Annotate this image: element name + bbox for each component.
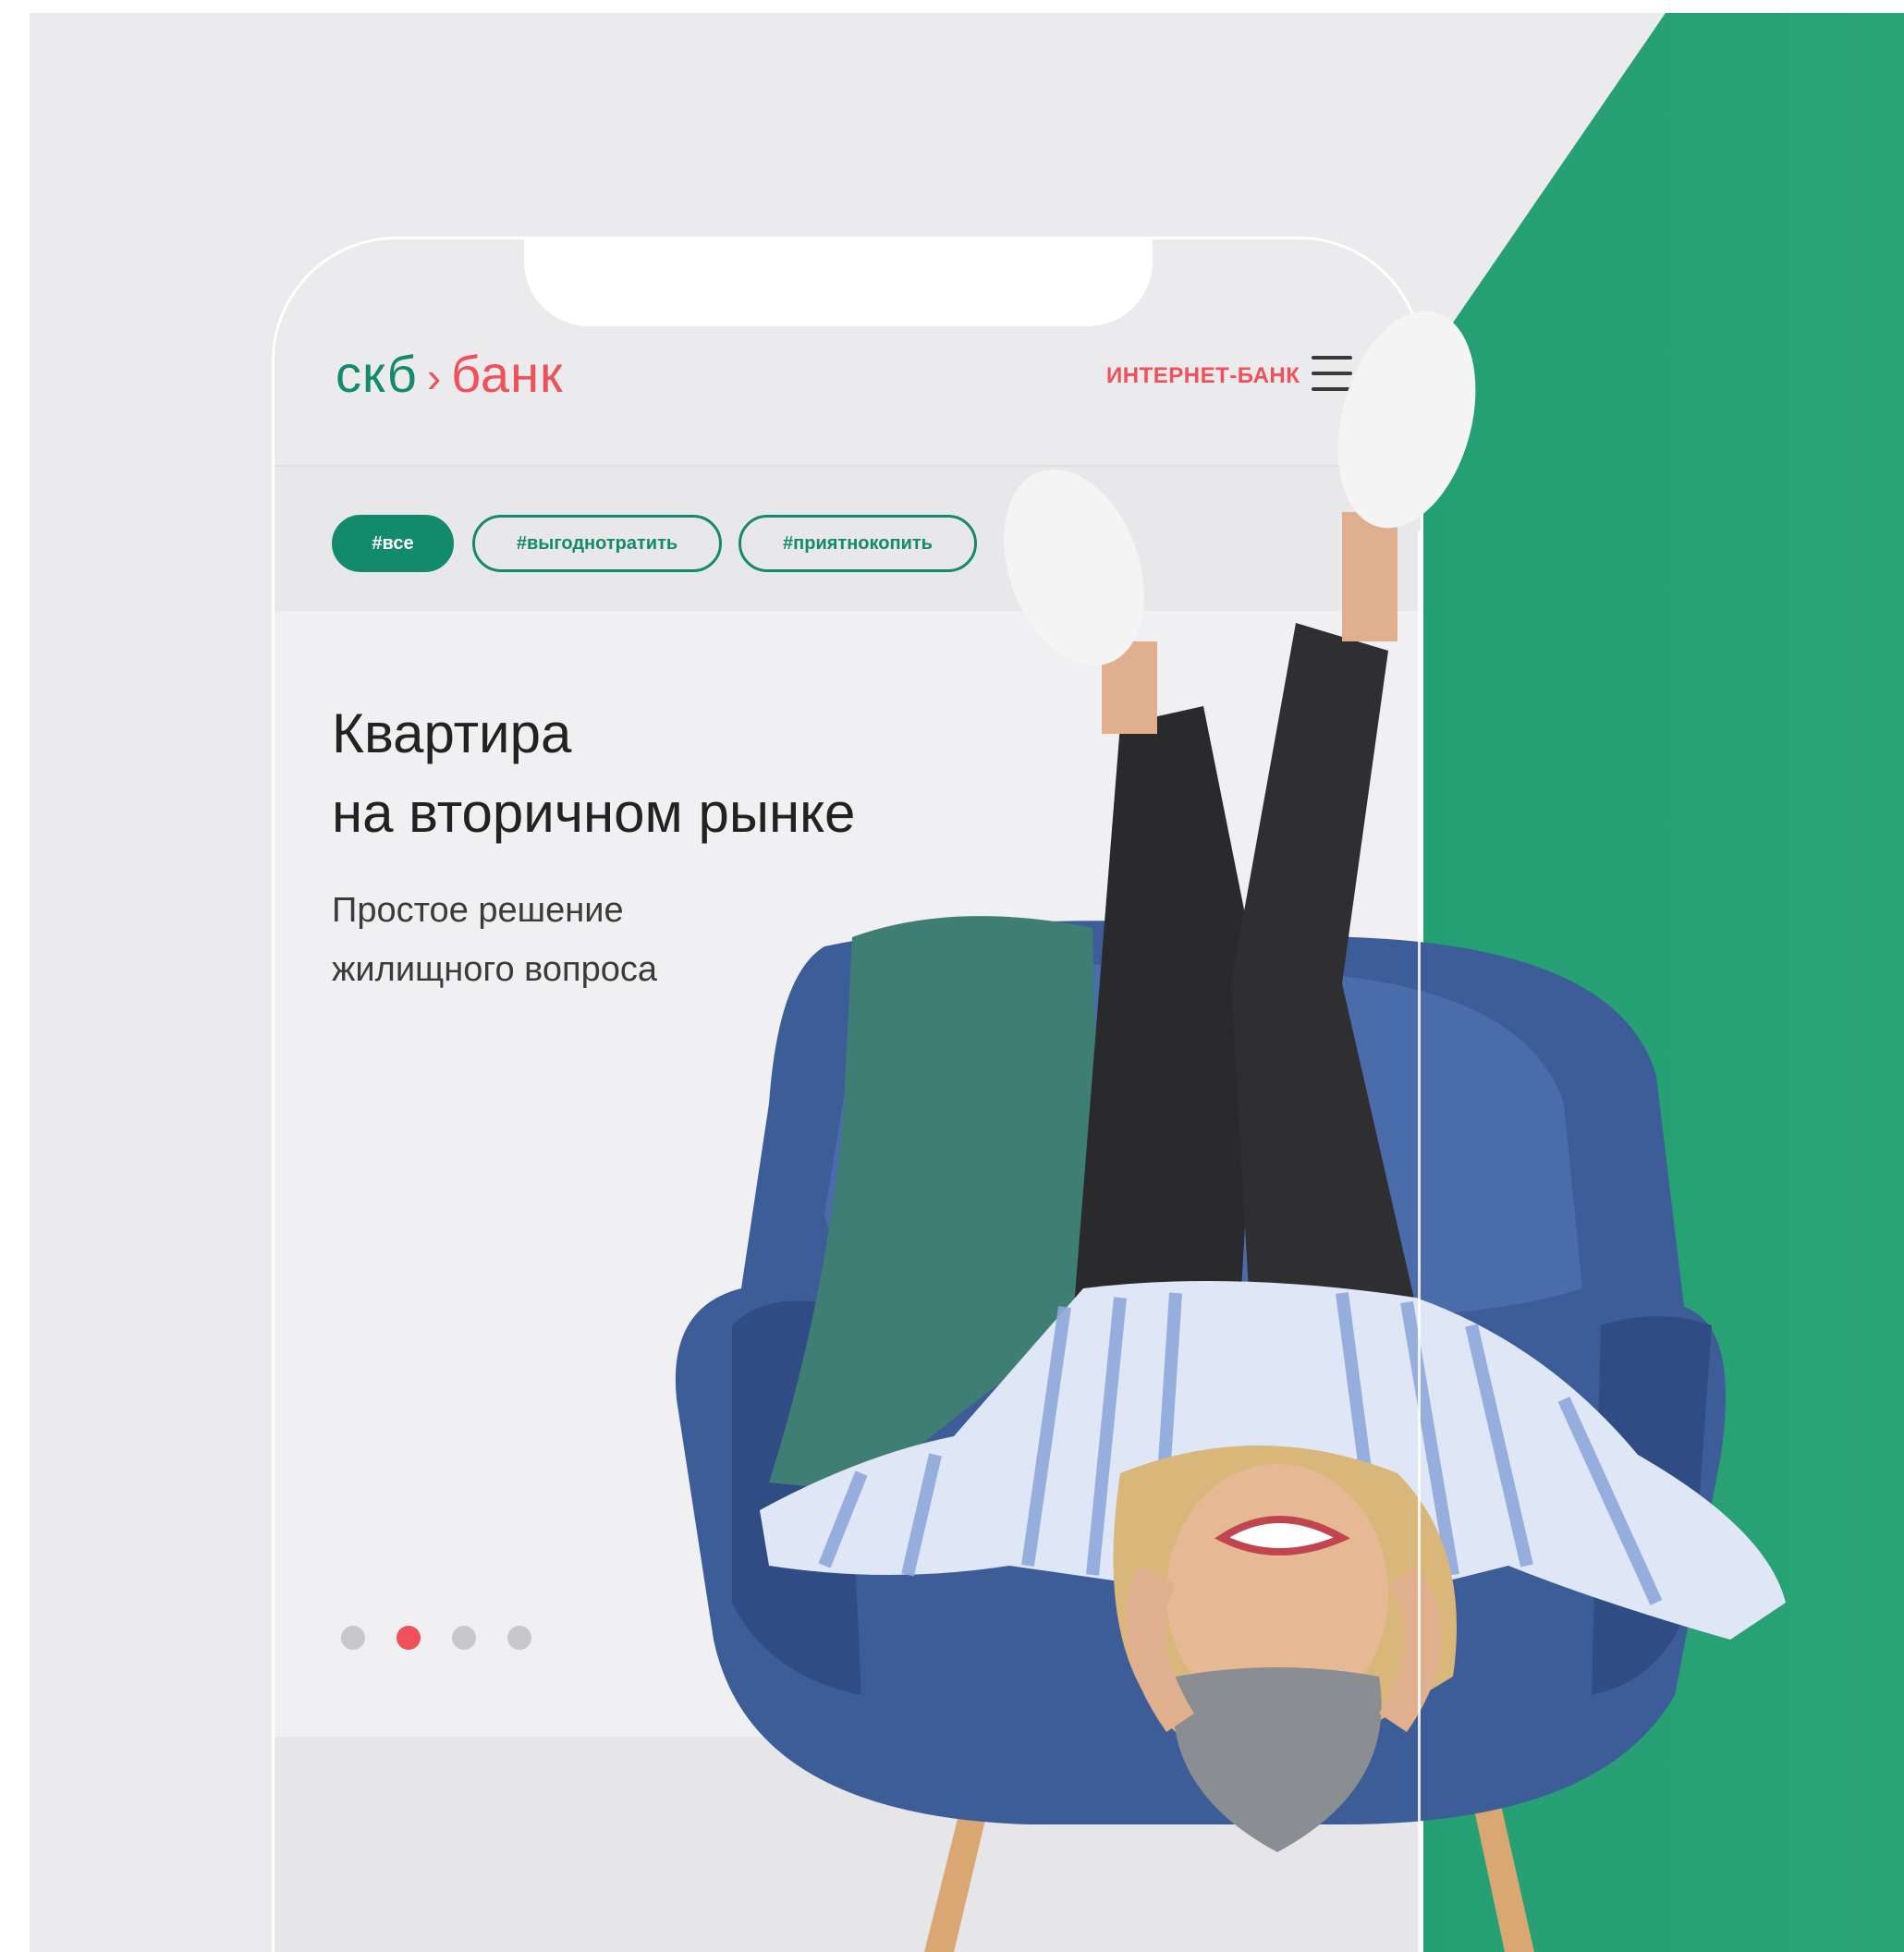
promo-canvas: скб › банк ИНТЕРНЕТ-БАНК #все #выгоднотрат…	[30, 13, 1904, 1952]
woman-in-armchair-photo	[675, 311, 1786, 1952]
phone-frame-edge	[1418, 531, 1421, 1952]
